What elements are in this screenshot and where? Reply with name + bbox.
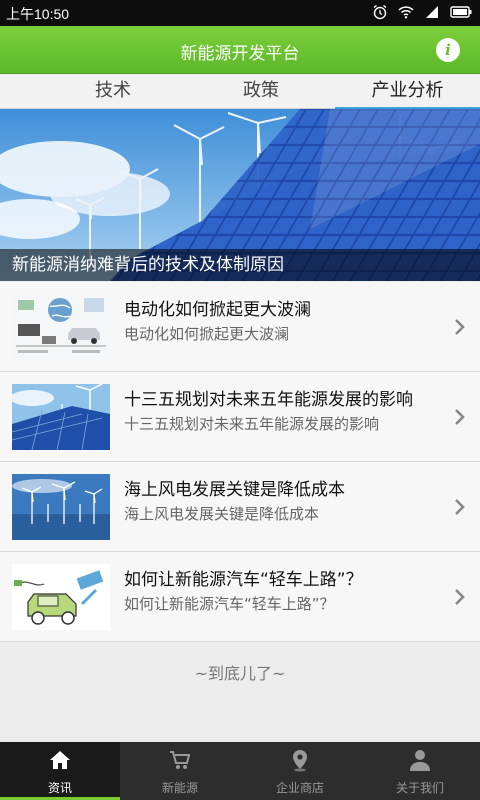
banner-caption: 新能源消纳难背后的技术及体制原因: [0, 249, 480, 281]
list-item[interactable]: 海上风电发展关键是降低成本 海上风电发展关键是降低成本: [0, 462, 480, 552]
chevron-right-icon: [455, 589, 465, 605]
chevron-right-icon: [455, 409, 465, 425]
title-bar: 新能源开发平台 i: [0, 26, 480, 74]
home-icon: [50, 751, 70, 769]
article-thumbnail: [12, 564, 110, 630]
app-title: 新能源开发平台: [180, 44, 300, 64]
status-time: 上午10:50: [6, 6, 70, 22]
article-thumbnail: [12, 474, 110, 540]
battery-icon: [450, 6, 472, 18]
chevron-right-icon: [455, 499, 465, 515]
tab-bar: 技术 政策 产业分析: [0, 75, 480, 110]
article-title: 如何让新能源汽车“轻车上路”？: [124, 570, 363, 590]
article-title: 电动化如何掀起更大波澜: [124, 300, 311, 320]
nav-item-about[interactable]: 关于我们: [360, 742, 480, 800]
article-title: 十三五规划对未来五年能源发展的影响: [124, 390, 413, 410]
status-bar: 上午10:50: [0, 0, 480, 26]
list-item[interactable]: 电动化如何掀起更大波澜 电动化如何掀起更大波澜: [0, 282, 480, 372]
article-subtitle: 电动化如何掀起更大波澜: [124, 325, 290, 343]
user-icon: [410, 750, 430, 771]
featured-banner[interactable]: 新能源消纳难背后的技术及体制原因: [0, 109, 480, 281]
article-subtitle: 十三五规划对未来五年能源发展的影响: [124, 415, 380, 433]
nav-label: 企业商店: [275, 781, 324, 795]
nav-item-new-energy[interactable]: 新能源: [120, 742, 240, 800]
nav-item-store[interactable]: 企业商店: [240, 742, 360, 800]
article-title: 海上风电发展关键是降低成本: [124, 480, 345, 500]
nav-label: 关于我们: [395, 781, 444, 795]
list-item[interactable]: 十三五规划对未来五年能源发展的影响 十三五规划对未来五年能源发展的影响: [0, 372, 480, 462]
alarm-icon: [373, 4, 387, 20]
article-subtitle: 海上风电发展关键是降低成本: [124, 505, 320, 523]
article-thumbnail: [12, 294, 110, 360]
tab-industry-analysis[interactable]: 产业分析: [335, 75, 480, 110]
tab-policy[interactable]: 政策: [205, 75, 317, 109]
chevron-right-icon: [455, 319, 465, 335]
article-thumbnail: [12, 384, 110, 450]
info-icon[interactable]: i: [436, 38, 460, 62]
list-end-text: ~到底儿了~: [194, 664, 286, 683]
cart-icon: [170, 751, 191, 769]
status-icons: [372, 4, 472, 20]
article-list: 电动化如何掀起更大波澜 电动化如何掀起更大波澜 十三五规划对未来五年能源发展的影…: [0, 282, 480, 642]
list-item[interactable]: 如何让新能源汽车“轻车上路”？ 如何让新能源汽车“轻车上路”？: [0, 552, 480, 642]
bottom-nav: 资讯 新能源 企业商店 关于我们: [0, 742, 480, 800]
app-screen: 上午10:50 新能源开发平台 i 技术 政策 产业分析 新能源消纳难背后的技术…: [0, 0, 480, 800]
tab-technology[interactable]: 技术: [57, 75, 169, 109]
nav-label: 资讯: [47, 781, 72, 795]
article-subtitle: 如何让新能源汽车“轻车上路”？: [124, 595, 335, 613]
nav-item-news[interactable]: 资讯: [0, 742, 120, 800]
nav-label: 新能源: [161, 781, 198, 795]
signal-icon: [426, 6, 438, 18]
location-pin-icon: [293, 750, 307, 772]
wifi-icon: [398, 6, 414, 19]
